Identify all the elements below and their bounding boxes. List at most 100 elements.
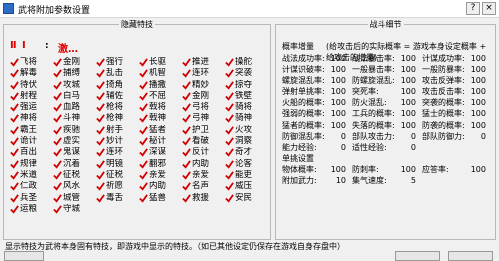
trait-item[interactable]: 斗神: [53, 113, 96, 124]
trait-item[interactable]: 神将: [10, 113, 53, 124]
trait-item[interactable]: 虚实: [53, 136, 96, 147]
trait-item[interactable]: 枪神: [96, 113, 139, 124]
stat-value[interactable]: 0: [411, 131, 416, 142]
stat-value[interactable]: 100: [471, 53, 486, 64]
stat-cell[interactable]: 弹射单挑率: 100: [282, 86, 352, 97]
stat-cell[interactable]: 附加武力: 10: [282, 175, 352, 186]
stat-cell[interactable]: 应答率: 100: [422, 164, 492, 175]
stat-value[interactable]: 100: [331, 75, 346, 86]
trait-item[interactable]: 毒舌: [96, 193, 139, 204]
trait-item[interactable]: 看破: [182, 136, 225, 147]
stat-cell[interactable]: 猛士的概率: 100: [422, 108, 492, 119]
stat-value[interactable]: 100: [331, 53, 346, 64]
stat-cell[interactable]: 工兵的概率: 100: [352, 108, 422, 119]
bottom-button-3[interactable]: [448, 251, 493, 261]
stat-cell[interactable]: 能力经验: 0: [282, 142, 352, 153]
trait-item[interactable]: 百出: [10, 147, 53, 158]
trait-item[interactable]: 规律: [10, 159, 53, 170]
close-button[interactable]: ×: [482, 2, 496, 15]
stat-cell[interactable]: 螺旋混乱率: 100: [282, 75, 352, 86]
stat-value[interactable]: 100: [331, 86, 346, 97]
stat-cell[interactable]: 攻击反弹率: 100: [422, 75, 492, 86]
stat-cell[interactable]: 一般暴击率: 100: [352, 64, 422, 75]
trait-item[interactable]: 内助: [182, 159, 225, 170]
trait-item[interactable]: 翻邪: [139, 159, 182, 170]
trait-item[interactable]: [139, 204, 182, 215]
trait-item[interactable]: 弓神: [182, 113, 225, 124]
stat-value[interactable]: 100: [471, 120, 486, 131]
stat-value[interactable]: 100: [401, 75, 416, 86]
stat-cell[interactable]: 防御混乱率: 0: [282, 131, 352, 142]
trait-item[interactable]: 猛者: [139, 125, 182, 136]
trait-item[interactable]: 猛兽: [139, 193, 182, 204]
stat-value[interactable]: 100: [331, 164, 346, 175]
stat-value[interactable]: 100: [471, 86, 486, 97]
trait-item[interactable]: 亲爱: [139, 170, 182, 181]
trait-item[interactable]: 不屈: [139, 91, 182, 102]
trait-item[interactable]: 长驱: [139, 57, 182, 68]
stat-value[interactable]: 5: [411, 175, 416, 186]
trait-item[interactable]: 强行: [96, 57, 139, 68]
stat-value[interactable]: 100: [401, 86, 416, 97]
stat-value[interactable]: 0: [341, 142, 346, 153]
stat-cell[interactable]: 防袭的概率: 100: [422, 120, 492, 131]
bottom-button-1[interactable]: [4, 251, 44, 261]
bottom-button-2[interactable]: [395, 251, 440, 261]
trait-item[interactable]: 解毒: [10, 68, 53, 79]
trait-item[interactable]: 血路: [53, 102, 96, 113]
trait-item[interactable]: 金刚: [182, 91, 225, 102]
trait-item[interactable]: 仁政: [10, 181, 53, 192]
trait-item[interactable]: 戟将: [139, 102, 182, 113]
trait-item[interactable]: 射手: [96, 125, 139, 136]
trait-item[interactable]: 洞察: [225, 136, 268, 147]
trait-item[interactable]: 弓将: [182, 102, 225, 113]
stat-cell[interactable]: 猛者的概率: 100: [282, 120, 352, 131]
trait-item[interactable]: 白马: [53, 91, 96, 102]
stat-value[interactable]: 100: [401, 64, 416, 75]
trait-item[interactable]: 骑将: [225, 102, 268, 113]
stat-cell[interactable]: 适性经验: 0: [352, 142, 422, 153]
trait-item[interactable]: 辅佐: [96, 91, 139, 102]
trait-item[interactable]: 深谋: [139, 147, 182, 158]
trait-item[interactable]: 祈愿: [96, 181, 139, 192]
stat-cell[interactable]: 计谋识破率: 100: [282, 64, 352, 75]
stat-cell[interactable]: 战法成功率: 100: [282, 53, 352, 64]
stat-cell[interactable]: 防火混乱: 100: [352, 97, 422, 108]
trait-item[interactable]: 鬼谋: [53, 147, 96, 158]
stat-value[interactable]: 0: [481, 131, 486, 142]
trait-item[interactable]: 护卫: [182, 125, 225, 136]
trait-item[interactable]: 能吏: [225, 170, 268, 181]
stat-cell[interactable]: 失落的概率: 100: [352, 120, 422, 131]
stat-value[interactable]: 100: [471, 64, 486, 75]
trait-item[interactable]: 播撒: [139, 80, 182, 91]
trait-item[interactable]: 骑神: [225, 113, 268, 124]
stat-value[interactable]: 100: [471, 97, 486, 108]
trait-item[interactable]: 征税: [53, 170, 96, 181]
trait-item[interactable]: 运粮: [10, 204, 53, 215]
trait-item[interactable]: 兵圣: [10, 193, 53, 204]
trait-item[interactable]: 连环: [96, 147, 139, 158]
trait-item[interactable]: 城管: [53, 193, 96, 204]
trait-item[interactable]: 捕缚: [53, 68, 96, 79]
trait-item[interactable]: 攻城: [53, 80, 96, 91]
trait-item[interactable]: 内助: [139, 181, 182, 192]
trait-item[interactable]: 精妙: [182, 80, 225, 91]
trait-item[interactable]: 沉着: [53, 159, 96, 170]
trait-item[interactable]: 枪将: [96, 102, 139, 113]
stat-value[interactable]: 10: [336, 175, 346, 186]
trait-item[interactable]: 诡计: [10, 136, 53, 147]
trait-item[interactable]: 反计: [182, 147, 225, 158]
stat-cell[interactable]: 火船的概率: 100: [282, 97, 352, 108]
trait-item[interactable]: [182, 204, 225, 215]
trait-item[interactable]: 霸王: [10, 125, 53, 136]
trait-item[interactable]: 安民: [225, 193, 268, 204]
trait-item[interactable]: 金刚: [53, 57, 96, 68]
trait-item[interactable]: 掎角: [96, 80, 139, 91]
trait-item[interactable]: 戟神: [139, 113, 182, 124]
trait-item[interactable]: 连环: [182, 68, 225, 79]
stat-value[interactable]: 100: [401, 108, 416, 119]
stat-cell[interactable]: 物体概率: 100: [282, 164, 352, 175]
trait-item[interactable]: 突袭: [225, 68, 268, 79]
trait-item[interactable]: 乱击: [96, 68, 139, 79]
trait-item[interactable]: 亲爱: [182, 170, 225, 181]
